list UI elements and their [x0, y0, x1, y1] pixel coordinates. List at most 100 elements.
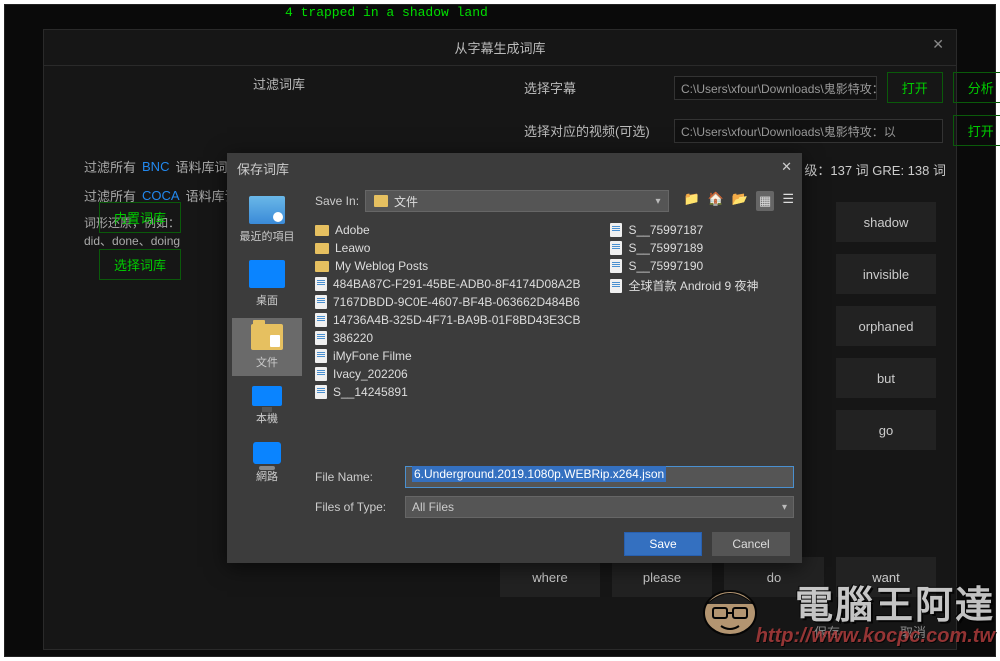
- file-item-label: S__75997190: [628, 259, 703, 273]
- cancel-action[interactable]: 取消: [900, 622, 926, 641]
- file-icon: [610, 279, 622, 293]
- save-action[interactable]: 保存: [814, 622, 840, 641]
- word-invisible[interactable]: invisible: [836, 254, 936, 294]
- file-item[interactable]: S__14245891: [315, 384, 580, 400]
- folder-icon: [315, 243, 329, 254]
- analyze-button[interactable]: 分析: [953, 72, 1000, 103]
- places-sidebar: 最近的項目 桌面 文件 本機 網路: [227, 184, 307, 524]
- stats-label: 级：137 词 GRE: 138 词: [804, 160, 946, 179]
- file-item[interactable]: My Weblog Posts: [315, 258, 580, 274]
- dialog1-close-icon[interactable]: ✕: [932, 36, 944, 53]
- save-file-dialog: 保存词库 ✕ 最近的項目 桌面 文件 本機: [227, 153, 802, 563]
- file-icon: [610, 223, 622, 237]
- file-item-label: S__14245891: [333, 385, 408, 399]
- file-icon: [315, 313, 327, 327]
- file-icon: [315, 331, 327, 345]
- file-item-label: S__75997189: [628, 241, 703, 255]
- network-icon: [253, 442, 281, 464]
- subtitle-label: 选择字幕: [524, 78, 664, 97]
- builtin-vocabulary-button[interactable]: 内置词库: [99, 202, 181, 233]
- video-label: 选择对应的视频(可选): [524, 121, 664, 140]
- sidebar-desktop[interactable]: 桌面: [232, 254, 302, 314]
- file-item[interactable]: Leawo: [315, 240, 580, 256]
- video-path-input[interactable]: C:\Users\xfour\Downloads\鬼影特攻：以: [674, 119, 943, 143]
- filter-bnc-tag: BNC: [142, 159, 169, 174]
- folder-icon: [315, 225, 329, 236]
- word-want[interactable]: want: [836, 557, 936, 597]
- file-item-label: Ivacy_202206: [333, 367, 408, 381]
- file-item-label: 484BA87C-F291-45BE-ADB0-8F4174D08A2B: [333, 277, 580, 291]
- filter-header: 过滤词库: [44, 66, 514, 152]
- save-dialog-title-text: 保存词库: [237, 162, 289, 177]
- file-item-label: My Weblog Posts: [335, 259, 428, 273]
- file-icon: [315, 385, 327, 399]
- filter-bnc-prefix: 过滤所有: [84, 157, 136, 176]
- file-item-label: 14736A4B-325D-4F71-BA9B-01F8BD43E3CB: [333, 313, 580, 327]
- file-icon: [610, 241, 622, 255]
- savein-select[interactable]: 文件 ▾: [365, 190, 669, 212]
- file-item[interactable]: S__75997187: [610, 222, 758, 238]
- file-item[interactable]: 484BA87C-F291-45BE-ADB0-8F4174D08A2B: [315, 276, 580, 292]
- list-view-icon[interactable]: ☰: [782, 191, 794, 211]
- sidebar-network[interactable]: 網路: [232, 436, 302, 490]
- file-icon: [315, 349, 327, 363]
- file-item-label: 386220: [333, 331, 373, 345]
- file-item[interactable]: 全球首款 Android 9 夜神: [610, 276, 758, 295]
- sidebar-pc[interactable]: 本機: [232, 380, 302, 432]
- filename-input[interactable]: 6.Underground.2019.1080p.WEBRip.x264.jso…: [405, 466, 794, 488]
- file-item-label: 7167DBDD-9C0E-4607-BF4B-063662D484B6: [333, 295, 580, 309]
- sidebar-files[interactable]: 文件: [232, 318, 302, 376]
- save-button[interactable]: Save: [624, 532, 702, 556]
- file-item[interactable]: Adobe: [315, 222, 580, 238]
- subtitle-path-input[interactable]: C:\Users\xfour\Downloads\鬼影特攻：以: [674, 76, 877, 100]
- file-item-label: 全球首款 Android 9 夜神: [628, 277, 758, 294]
- file-item[interactable]: S__75997189: [610, 240, 758, 256]
- file-item[interactable]: 14736A4B-325D-4F71-BA9B-01F8BD43E3CB: [315, 312, 580, 328]
- word-go[interactable]: go: [836, 410, 936, 450]
- file-item[interactable]: Ivacy_202206: [315, 366, 580, 382]
- file-item[interactable]: 386220: [315, 330, 580, 346]
- filetype-select[interactable]: All Files ▾: [405, 496, 794, 518]
- file-item[interactable]: iMyFone Filme: [315, 348, 580, 364]
- word-shadow[interactable]: shadow: [836, 202, 936, 242]
- cancel-button[interactable]: Cancel: [712, 532, 790, 556]
- chevron-down-icon: ▾: [782, 502, 787, 513]
- file-icon: [315, 295, 327, 309]
- desktop-icon: [249, 260, 285, 288]
- file-icon: [315, 277, 327, 291]
- home-icon[interactable]: 🏠: [708, 191, 724, 211]
- open-subtitle-button[interactable]: 打开: [887, 72, 943, 103]
- file-item-label: Adobe: [335, 223, 370, 237]
- chevron-down-icon: ▾: [655, 196, 660, 207]
- file-list[interactable]: Adobe Leawo My Weblog Posts 484BA87C-F291-4…: [307, 218, 802, 460]
- grid-view-icon[interactable]: ▦: [756, 191, 774, 211]
- open-video-button[interactable]: 打开: [953, 115, 1000, 146]
- filename-selected-text: 6.Underground.2019.1080p.WEBRip.x264.jso…: [412, 466, 666, 482]
- recent-icon: [249, 196, 285, 224]
- save-toolbar: Save In: 文件 ▾ 📁 🏠 📂 ▦ ☰: [307, 184, 802, 218]
- select-vocabulary-button[interactable]: 选择词库: [99, 249, 181, 280]
- pc-icon: [252, 386, 282, 406]
- sidebar-recent[interactable]: 最近的項目: [232, 190, 302, 250]
- file-item[interactable]: 7167DBDD-9C0E-4607-BF4B-063662D484B6: [315, 294, 580, 310]
- savein-value: 文件: [394, 193, 418, 210]
- folder-icon: [315, 261, 329, 272]
- filter-coca-tag: COCA: [142, 188, 180, 203]
- files-icon: [251, 324, 283, 350]
- dialog1-title: 从字幕生成词库 ✕: [44, 30, 956, 65]
- file-icon: [315, 367, 327, 381]
- up-folder-icon[interactable]: 📁: [683, 191, 699, 211]
- editor-background-line: 4 trapped in a shadow land: [5, 5, 995, 30]
- word-orphaned[interactable]: orphaned: [836, 306, 936, 346]
- file-item-label: S__75997187: [628, 223, 703, 237]
- new-folder-icon[interactable]: 📂: [732, 191, 748, 211]
- savein-label: Save In:: [315, 194, 359, 208]
- save-dialog-close-icon[interactable]: ✕: [781, 159, 792, 175]
- sidebar-pc-label: 本機: [256, 410, 278, 426]
- word-but[interactable]: but: [836, 358, 936, 398]
- sidebar-recent-label: 最近的項目: [240, 228, 295, 244]
- folder-icon: [374, 195, 388, 207]
- file-icon: [610, 259, 622, 273]
- file-item[interactable]: S__75997190: [610, 258, 758, 274]
- filetype-label: Files of Type:: [315, 500, 397, 514]
